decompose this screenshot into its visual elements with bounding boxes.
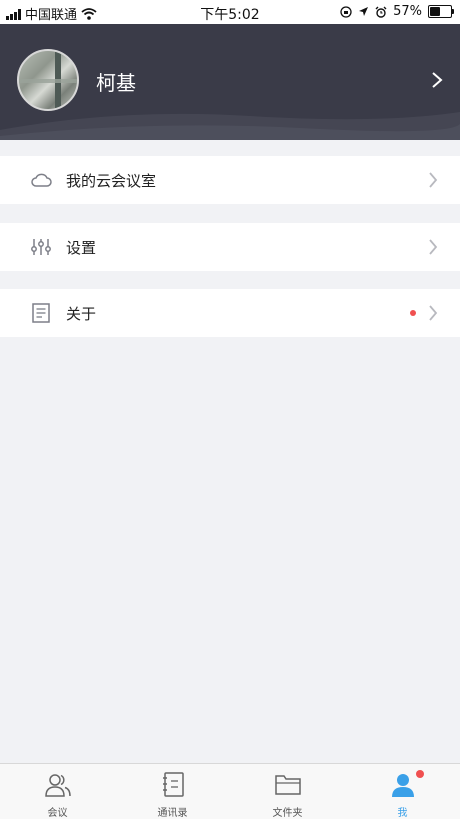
tab-contacts[interactable]: 通讯录 (115, 764, 230, 819)
status-bar: 中国联通 下午5:02 57% (0, 0, 460, 24)
header-wave-decoration (0, 112, 460, 140)
chevron-right-icon (429, 305, 438, 321)
avatar[interactable] (17, 49, 79, 111)
document-icon (32, 303, 50, 323)
notification-dot (416, 770, 424, 778)
menu-item-label: 关于 (66, 305, 97, 323)
tab-bar: 会议 通讯录 文件夹 我 (0, 763, 460, 819)
tab-meetings[interactable]: 会议 (0, 764, 115, 819)
menu-item-settings[interactable]: 设置 (0, 223, 460, 271)
profile-name: 柯基 (96, 71, 136, 95)
tab-folders[interactable]: 文件夹 (230, 764, 345, 819)
chevron-right-icon (429, 239, 438, 255)
location-icon (359, 7, 369, 16)
profile-header[interactable]: 柯基 (0, 24, 460, 140)
person-icon (392, 774, 414, 797)
tab-me[interactable]: 我 (345, 764, 460, 819)
menu-item-label: 我的云会议室 (66, 172, 157, 190)
users-icon (45, 774, 71, 797)
menu-item-about[interactable]: 关于 (0, 289, 460, 337)
alarm-icon (375, 6, 387, 18)
chevron-right-icon (429, 172, 438, 188)
chevron-right-icon[interactable] (430, 71, 444, 89)
notification-dot (410, 310, 416, 316)
sliders-icon (31, 239, 51, 255)
folder-icon (275, 775, 301, 795)
tab-label: 通讯录 (157, 808, 188, 819)
cloud-icon (31, 173, 52, 187)
orientation-lock-icon (340, 5, 352, 18)
menu-item-label: 设置 (66, 239, 97, 257)
tab-label: 会议 (47, 808, 68, 819)
contacts-book-icon (163, 772, 184, 797)
tab-label: 文件夹 (272, 808, 303, 819)
battery-icon (428, 5, 454, 18)
battery-percent: 57% (393, 4, 422, 19)
menu-item-cloud-meeting-room[interactable]: 我的云会议室 (0, 156, 460, 204)
tab-label: 我 (397, 808, 408, 819)
status-right: 57% (340, 4, 454, 19)
